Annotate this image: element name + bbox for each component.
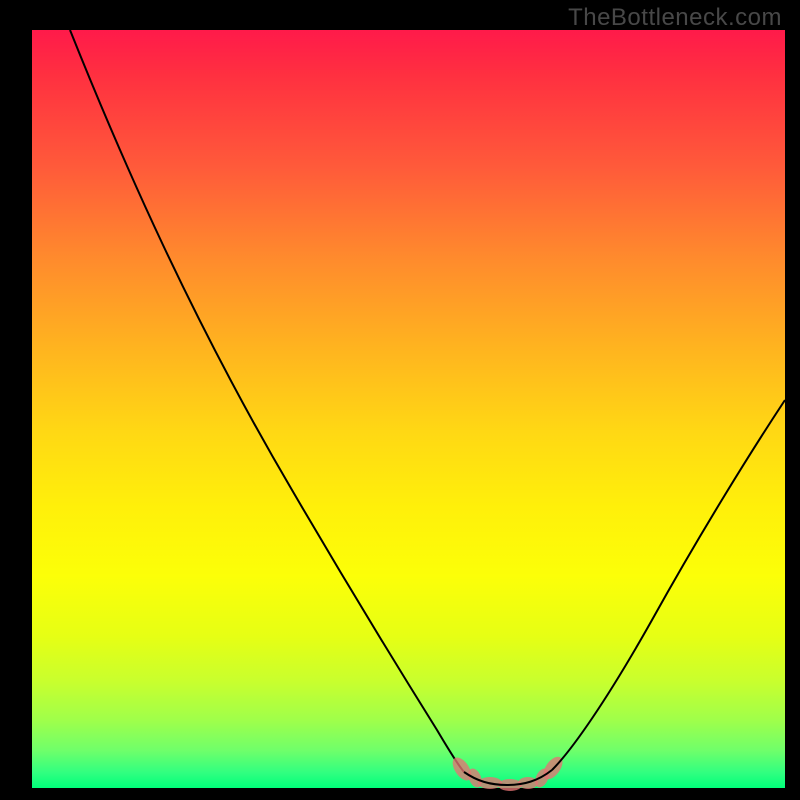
watermark-text: TheBottleneck.com	[568, 4, 782, 32]
plot-area	[32, 30, 785, 788]
chart-frame: TheBottleneck.com	[0, 0, 800, 800]
curve-right-branch	[552, 400, 785, 770]
bottleneck-curve-svg	[32, 30, 785, 788]
curve-left-branch	[70, 30, 464, 772]
